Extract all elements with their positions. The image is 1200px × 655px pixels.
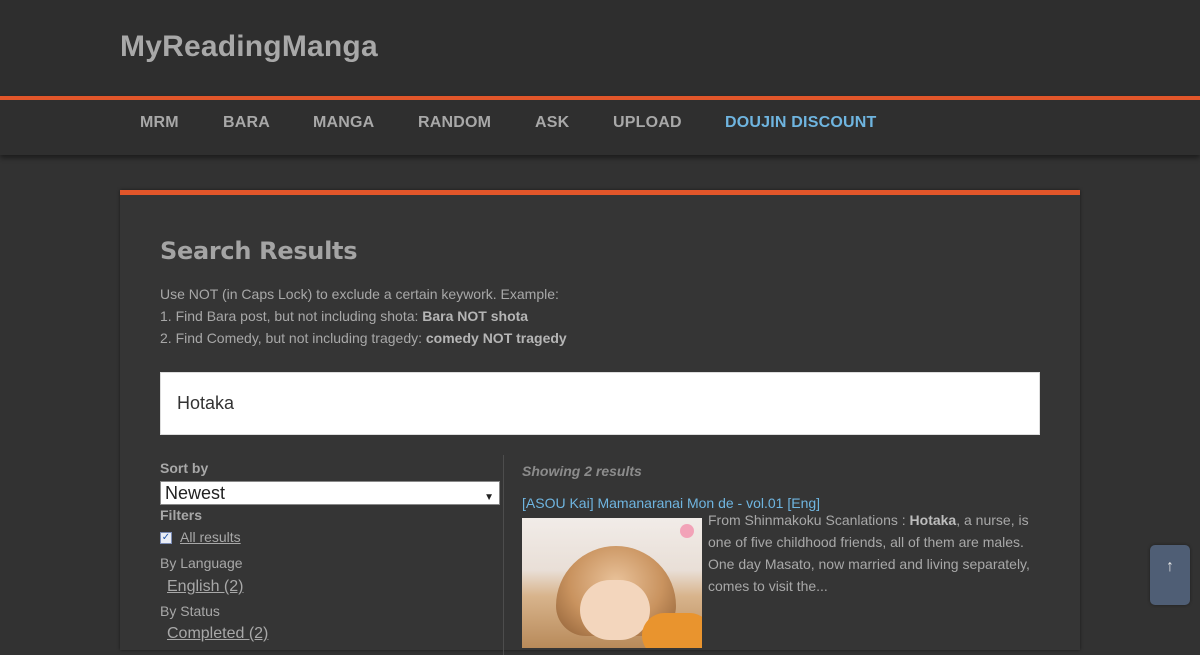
help-line-3-text: 2. Find Comedy, but not including traged…	[160, 330, 426, 346]
site-title-link[interactable]: MyReadingManga	[120, 30, 378, 64]
help-line-2-text: 1. Find Bara post, but not including sho…	[160, 308, 423, 324]
search-input[interactable]	[160, 372, 1040, 435]
nav-item-random[interactable]: RANDOM	[418, 114, 491, 132]
sort-by-label: Sort by	[160, 460, 209, 476]
dropdown-arrow-icon: ▼	[484, 492, 494, 503]
scroll-to-top-button[interactable]: ↑	[1150, 545, 1190, 605]
nav-item-upload[interactable]: UPLOAD	[613, 114, 682, 132]
nav-item-doujin-discount[interactable]: DOUJIN DISCOUNT	[725, 114, 876, 132]
help-line-2: 1. Find Bara post, but not including sho…	[160, 305, 567, 327]
result-thumbnail[interactable]	[522, 518, 702, 648]
nav-item-manga[interactable]: MANGA	[313, 114, 374, 132]
main-nav: MRM BARA MANGA RANDOM ASK UPLOAD DOUJIN …	[0, 96, 1200, 155]
page-title: Search Results	[160, 237, 358, 265]
cover-character-face	[580, 580, 650, 640]
all-results-link[interactable]: All results	[180, 529, 241, 545]
nav-item-bara[interactable]: BARA	[223, 114, 270, 132]
sort-select[interactable]: Newest ▼	[160, 481, 500, 505]
help-line-3-example: comedy NOT tragedy	[425, 330, 567, 346]
site-header: MyReadingManga	[0, 0, 1200, 96]
help-line-2-example: Bara NOT shota	[422, 308, 529, 324]
by-language-label: By Language	[160, 555, 243, 571]
result-excerpt: From Shinmakoku Scanlations : Hotaka, a …	[708, 509, 1042, 597]
results-count: Showing 2 results	[522, 463, 642, 479]
language-english-link[interactable]: English (2)	[167, 578, 243, 596]
search-help-text: Use NOT (in Caps Lock) to exclude a cert…	[160, 283, 567, 349]
by-status-label: By Status	[160, 603, 220, 619]
excerpt-highlight: Hotaka	[909, 512, 957, 528]
excerpt-prefix: From Shinmakoku Scanlations :	[708, 512, 910, 528]
search-results-panel: Search Results Use NOT (in Caps Lock) to…	[120, 190, 1080, 655]
arrow-up-icon: ↑	[1166, 558, 1174, 575]
sort-select-value: Newest	[165, 483, 226, 503]
all-results-checkbox[interactable]: ✓	[160, 532, 172, 544]
cover-decoration-orange	[642, 613, 702, 648]
help-line-3: 2. Find Comedy, but not including traged…	[160, 327, 567, 349]
sidebar-divider	[503, 455, 504, 655]
status-completed-link[interactable]: Completed (2)	[167, 625, 268, 643]
nav-item-ask[interactable]: ASK	[535, 114, 569, 132]
help-line-1: Use NOT (in Caps Lock) to exclude a cert…	[160, 286, 559, 302]
nav-item-mrm[interactable]: MRM	[140, 114, 179, 132]
cover-decoration	[680, 524, 694, 538]
filters-label: Filters	[160, 507, 203, 523]
